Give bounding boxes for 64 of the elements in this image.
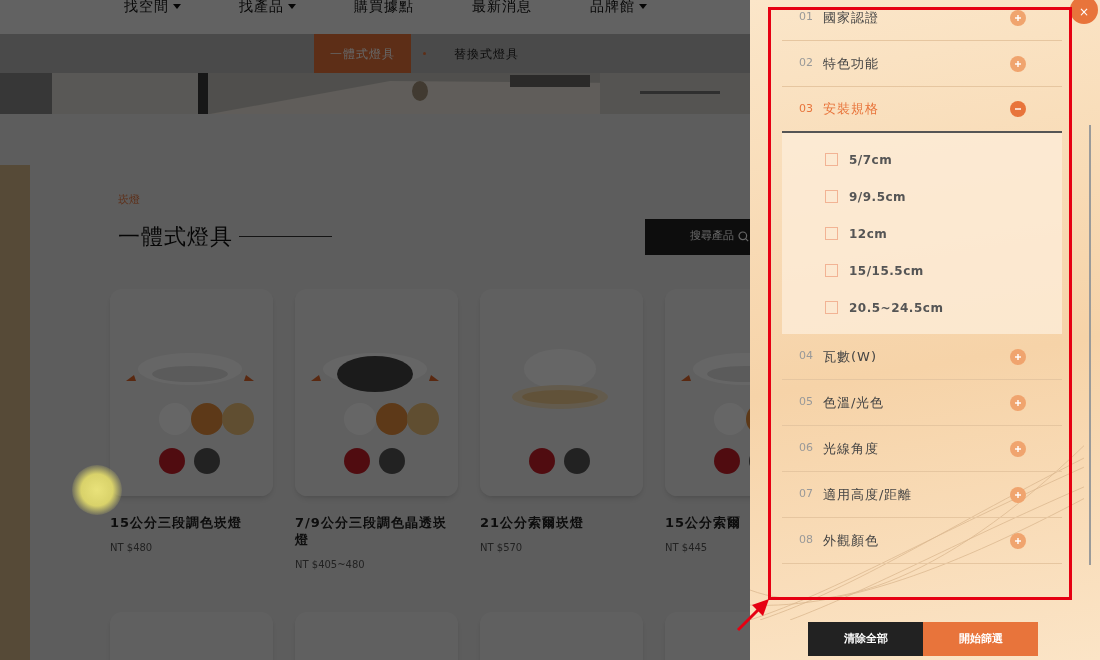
product-price: NT $445 — [665, 540, 709, 555]
group-number: 08 — [799, 532, 814, 549]
product-name[interactable]: 15公分索爾 — [665, 513, 750, 531]
cursor-highlight — [72, 465, 122, 515]
nav-item[interactable]: 品牌館 — [590, 0, 647, 17]
plus-icon[interactable] — [1010, 440, 1026, 457]
nav-item[interactable]: 找產品 — [239, 0, 296, 17]
page-heading: 一體式燈具 — [118, 223, 233, 251]
group-label: 光線角度 — [823, 439, 880, 458]
product-price: NT $570 — [480, 540, 524, 555]
group-label: 色溫/光色 — [823, 393, 886, 412]
option-label: 12cm — [849, 225, 888, 243]
group-label: 適用高度/距離 — [823, 485, 914, 504]
checkbox[interactable] — [825, 153, 838, 166]
nav-item[interactable]: 找空間 — [124, 0, 181, 17]
group-label: 外觀顏色 — [823, 531, 880, 550]
clear-all-button[interactable]: 清除全部 — [808, 622, 923, 656]
option-label: 15/15.5cm — [849, 262, 924, 280]
product-name[interactable]: 21公分索爾崁燈 — [480, 513, 643, 531]
plus-icon[interactable] — [1010, 55, 1026, 72]
breadcrumb[interactable]: 崁燈 — [118, 192, 750, 209]
product-price: NT $405~480 — [295, 557, 366, 572]
group-number: 03 — [799, 100, 814, 117]
group-number: 05 — [799, 394, 814, 411]
group-label: 瓦數(W) — [823, 347, 878, 366]
option-label: 20.5~24.5cm — [849, 299, 944, 317]
group-label: 特色功能 — [823, 54, 880, 73]
checkbox[interactable] — [825, 301, 838, 314]
filter-group-header[interactable]: 02 特色功能 — [782, 41, 1062, 87]
filter-group-header[interactable]: 08 外觀顏色 — [782, 518, 1062, 564]
filter-group-header[interactable]: 04 瓦數(W) — [782, 334, 1062, 380]
checkbox[interactable] — [825, 190, 838, 203]
checkbox[interactable] — [825, 264, 838, 277]
group-number: 07 — [799, 486, 814, 503]
option-label: 9/9.5cm — [849, 188, 907, 206]
plus-icon[interactable] — [1010, 532, 1026, 549]
apply-filter-button[interactable]: 開始篩選 — [923, 622, 1038, 656]
filter-group-header[interactable]: 07 適用高度/距離 — [782, 472, 1062, 518]
group-number: 04 — [799, 348, 814, 365]
product-name[interactable]: 7/9公分三段調色晶透崁燈 — [295, 513, 458, 548]
product-name[interactable]: 15公分三段調色崁燈 — [110, 513, 273, 531]
filter-group-header[interactable]: 01 國家認證 — [782, 0, 1062, 41]
nav-item[interactable]: 購買據點 — [354, 0, 414, 17]
plus-icon[interactable] — [1010, 348, 1026, 365]
nav-item[interactable]: 最新消息 — [472, 0, 532, 17]
annotation-arrow — [736, 596, 772, 632]
search-button[interactable]: 搜尋產品 — [645, 218, 750, 255]
sub-navigation-tab[interactable]: 替換式燈具 — [438, 34, 535, 73]
plus-icon[interactable] — [1010, 9, 1026, 26]
group-number: 02 — [799, 55, 814, 72]
product-price: NT $480 — [110, 540, 154, 555]
group-number: 06 — [799, 440, 814, 457]
plus-icon[interactable] — [1010, 394, 1026, 411]
option-label: 5/7cm — [849, 151, 893, 169]
filter-group-header[interactable]: 05 色溫/光色 — [782, 380, 1062, 426]
checkbox[interactable] — [825, 227, 838, 240]
group-label: 國家認證 — [823, 8, 880, 27]
minus-icon[interactable] — [1010, 101, 1026, 117]
search-icon — [738, 231, 749, 242]
group-label: 安裝規格 — [823, 100, 880, 119]
plus-icon[interactable] — [1010, 486, 1026, 503]
filter-group-header[interactable]: 06 光線角度 — [782, 426, 1062, 472]
group-number: 01 — [799, 9, 814, 26]
close-button[interactable]: × — [1070, 0, 1098, 24]
